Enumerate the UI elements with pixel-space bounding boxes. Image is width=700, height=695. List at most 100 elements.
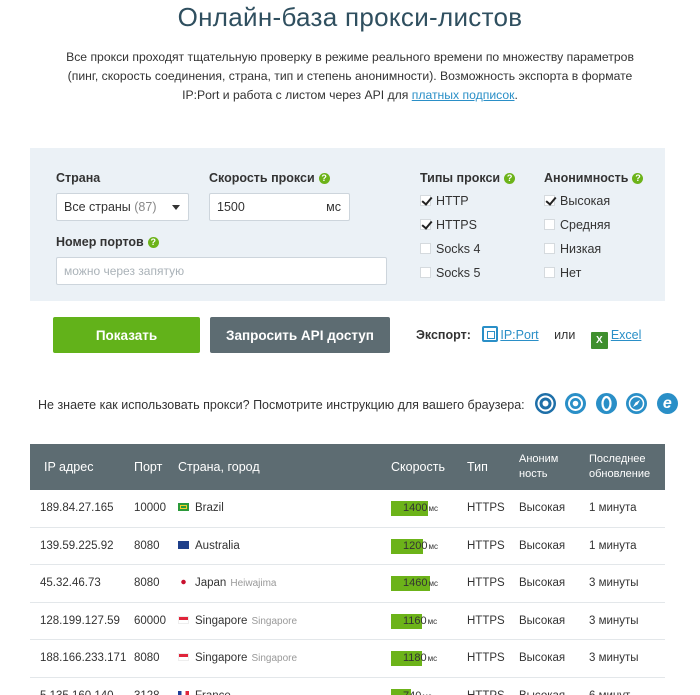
updated-cell: 1 минута	[589, 539, 637, 552]
anonymity-checkbox[interactable]: Низкая	[544, 241, 601, 257]
ip-cell: 189.84.27.165	[40, 502, 114, 514]
speed-number: 1160	[403, 614, 427, 627]
table-row[interactable]: 5.135.160.140 3128 France 740мс HTTPS Высокая…	[30, 677, 665, 695]
anonymity-checkbox[interactable]: Средняя	[544, 217, 610, 233]
request-api-button[interactable]: Запросить API доступ	[210, 317, 390, 353]
checkbox-empty-icon[interactable]	[420, 267, 431, 278]
proxy-table: IP адрес Порт Страна, город Скорость Тип…	[30, 444, 665, 695]
speed-value: 1400мс	[403, 490, 438, 527]
speed-value: 740мс	[403, 678, 432, 695]
table-row[interactable]: 139.59.225.92 8080 Australia 1200мс HTTPS Выс…	[30, 527, 665, 565]
speed-input-value: 1500	[217, 200, 245, 214]
australia-flag-icon	[178, 540, 189, 549]
japan-flag-icon	[178, 578, 189, 586]
checkbox-empty-icon[interactable]	[544, 267, 555, 278]
col-type[interactable]: Тип	[467, 444, 488, 490]
export-or: или	[554, 328, 576, 342]
country-cell: Singapore Singapore	[178, 603, 297, 640]
table-row[interactable]: 128.199.127.59 60000 Singapore Singapore 116…	[30, 602, 665, 640]
browser-help-text: Не знаете как использовать прокси? Посмо…	[38, 398, 525, 412]
col-updated[interactable]: Последнее обновление	[589, 444, 659, 490]
speed-unit: мс	[427, 616, 438, 626]
paid-subscriptions-link[interactable]: платных подписок	[412, 88, 515, 102]
help-icon[interactable]: ?	[632, 173, 644, 184]
type-cell: HTTPS	[467, 577, 505, 589]
ports-label: Номер портов?	[56, 235, 159, 249]
type-cell: HTTPS	[467, 678, 505, 695]
country-cell: Japan Heiwajima	[178, 565, 276, 602]
speed-unit: мс	[428, 541, 438, 551]
types-label-text: Типы прокси	[420, 171, 501, 185]
help-icon[interactable]: ?	[318, 173, 330, 184]
anonymity-cell: Высокая	[519, 577, 566, 589]
excel-icon[interactable]: X	[590, 332, 608, 349]
export-block: Экспорт: IP:Port или X Excel	[416, 326, 642, 349]
ports-placeholder: можно через запятую	[64, 264, 185, 278]
country-name: Singapore	[195, 652, 248, 664]
country-select[interactable]: Все страны (87)	[56, 193, 189, 221]
speed-unit: мс	[422, 692, 432, 695]
export-ip-port-link[interactable]: IP:Port	[500, 328, 538, 342]
speed-input[interactable]: 1500 мс	[209, 193, 350, 221]
col-country[interactable]: Страна, город	[178, 444, 260, 490]
port-cell: 60000	[134, 614, 166, 627]
anonymity-checkbox[interactable]: Высокая	[544, 193, 610, 209]
opera-icon[interactable]	[595, 393, 617, 414]
proxy-type-checkbox[interactable]: HTTP	[420, 193, 469, 209]
speed-unit: мс	[428, 579, 438, 588]
ip-port-icon[interactable]	[482, 326, 499, 342]
proxy-type-checkbox[interactable]: Socks 4	[420, 241, 480, 257]
country-name: Brazil	[195, 502, 224, 514]
ie-icon[interactable]: e	[656, 393, 678, 414]
col-port[interactable]: Порт	[134, 444, 162, 490]
anonymity-cell: Высокая	[519, 539, 566, 552]
speed-number: 1460	[403, 577, 428, 589]
col-ip[interactable]: IP адрес	[44, 444, 93, 490]
col-anonymity[interactable]: Аноним ность	[519, 444, 569, 490]
checkbox-checked-icon[interactable]	[420, 195, 431, 206]
proxy-type-checkbox[interactable]: Socks 5	[420, 265, 480, 281]
safari-icon[interactable]	[626, 393, 648, 414]
anonymity-checkbox[interactable]: Нет	[544, 265, 581, 281]
browser-icons: e	[535, 393, 683, 417]
singapore-flag-icon	[178, 653, 189, 661]
checkbox-checked-icon[interactable]	[420, 219, 431, 230]
country-select-value: Все страны	[64, 200, 131, 214]
anonymity-option-label: Низкая	[560, 242, 602, 256]
type-cell: HTTPS	[467, 502, 505, 514]
help-icon[interactable]: ?	[504, 173, 516, 184]
table-row[interactable]: 45.32.46.73 8080 Japan Heiwajima 1460мс HTTPS…	[30, 565, 665, 603]
country-count: (87)	[134, 200, 157, 214]
ip-cell: 5.135.160.140	[40, 678, 114, 695]
port-cell: 8080	[134, 539, 160, 552]
description-text: Все прокси проходят тщательную проверку …	[66, 50, 634, 102]
ip-cell: 188.166.233.171	[40, 652, 127, 664]
port-cell: 8080	[134, 577, 160, 589]
table-row[interactable]: 188.166.233.171 8080 Singapore Singapore 118…	[30, 640, 665, 678]
country-name: Japan	[195, 577, 227, 589]
country-label-text: Страна	[56, 171, 101, 185]
country-name: Singapore	[195, 614, 248, 627]
col-speed[interactable]: Скорость	[391, 444, 445, 490]
show-button[interactable]: Показать	[53, 317, 200, 353]
ports-input[interactable]: можно через запятую	[56, 257, 387, 285]
speed-number: 1200	[403, 539, 428, 552]
export-excel-link[interactable]: Excel	[611, 328, 642, 342]
chrome-icon[interactable]	[565, 393, 587, 414]
checkbox-empty-icon[interactable]	[544, 243, 555, 254]
singapore-flag-icon	[178, 615, 189, 624]
proxifier-icon[interactable]	[535, 393, 556, 414]
speed-label-text: Скорость прокси	[209, 171, 315, 185]
checkbox-empty-icon[interactable]	[544, 219, 555, 230]
checkbox-checked-icon[interactable]	[544, 195, 555, 206]
anonymity-cell: Высокая	[519, 614, 566, 627]
anonymity-option-label: Нет	[560, 266, 582, 280]
updated-cell: 3 минуты	[589, 577, 639, 589]
table-row[interactable]: 189.84.27.165 10000 Brazil 1400мс HTTPS Высок…	[30, 490, 665, 528]
type-cell: HTTPS	[467, 614, 505, 627]
france-flag-icon	[178, 690, 189, 695]
help-icon[interactable]: ?	[147, 237, 159, 248]
anonymity-cell: Высокая	[519, 678, 565, 695]
proxy-type-checkbox[interactable]: HTTPS	[420, 217, 477, 233]
checkbox-empty-icon[interactable]	[420, 243, 431, 254]
